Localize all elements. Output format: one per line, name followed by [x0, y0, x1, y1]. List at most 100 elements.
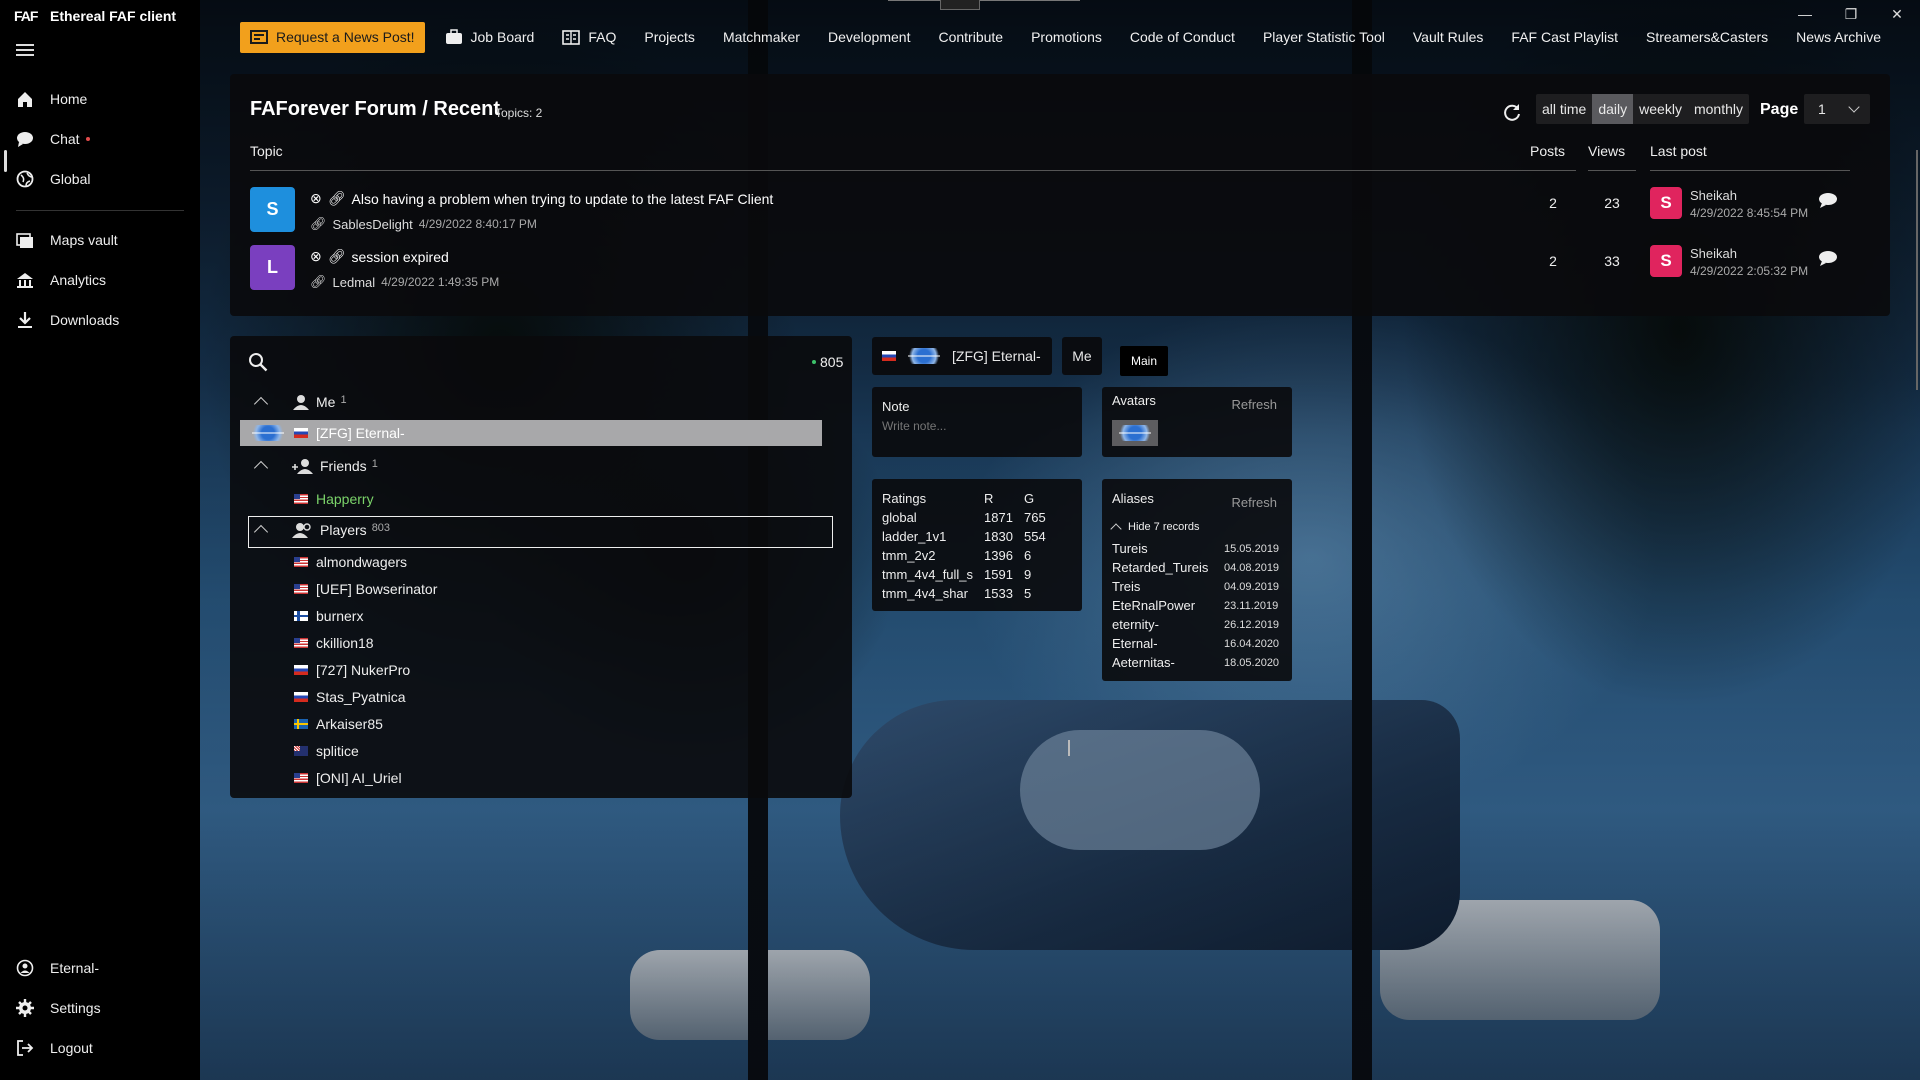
page-scrollbar[interactable]	[1916, 150, 1918, 390]
alias-date: 15.05.2019	[1224, 543, 1280, 555]
nav-label: FAF Cast Playlist	[1511, 29, 1619, 45]
nav-vault-rules[interactable]: Vault Rules	[1413, 29, 1484, 45]
player-row[interactable]: [727] NukerPro	[294, 662, 410, 678]
topic-title[interactable]: session expired	[352, 249, 449, 265]
sidebar-item-global[interactable]: Global	[16, 170, 90, 188]
group-me[interactable]: Me 1	[250, 394, 347, 412]
forum-icon: ⊗	[310, 190, 322, 206]
sidebar-label: Eternal-	[50, 960, 100, 976]
nav-matchmaker[interactable]: Matchmaker	[723, 29, 800, 45]
user-icon	[16, 959, 34, 977]
me-player-row[interactable]: [ZFG] Eternal-	[240, 420, 822, 446]
filter-daily[interactable]: daily	[1592, 94, 1634, 124]
player-row[interactable]: almondwagers	[294, 554, 407, 570]
nav-development[interactable]: Development	[828, 29, 911, 45]
player-name: burnerx	[316, 608, 364, 624]
player-row[interactable]: burnerx	[294, 608, 363, 624]
nav-news-archive[interactable]: News Archive	[1796, 29, 1881, 45]
list-scrollbar[interactable]	[1068, 740, 1070, 756]
player-name: [ONI] AI_Uriel	[316, 770, 402, 786]
nav-projects[interactable]: Projects	[644, 29, 695, 45]
nav-label: Player Statistic Tool	[1262, 29, 1385, 45]
topic-row[interactable]: ⊗ 🔗︎ session expired	[310, 248, 449, 265]
profile-me-tab[interactable]: Me	[1062, 337, 1102, 375]
sidebar-item-profile[interactable]: Eternal-	[16, 959, 99, 977]
last-post-author[interactable]: Sheikah	[1690, 246, 1737, 261]
nav-contribute[interactable]: Contribute	[938, 29, 1003, 45]
sidebar-item-settings[interactable]: Settings	[16, 999, 101, 1017]
menu-icon[interactable]	[16, 44, 34, 56]
nav-label: Code of Conduct	[1129, 29, 1235, 45]
sidebar-item-analytics[interactable]: Analytics	[16, 271, 106, 289]
page-select[interactable]: 1	[1804, 94, 1870, 124]
comment-icon[interactable]	[1818, 192, 1838, 208]
rating-r: 1871	[984, 510, 1013, 525]
player-row[interactable]: Arkaiser85	[294, 716, 383, 732]
topic-views: 33	[1604, 253, 1620, 269]
flag-icon	[294, 428, 308, 438]
nav-promotions[interactable]: Promotions	[1031, 29, 1102, 45]
topic-date: 4/29/2022 8:40:17 PM	[418, 217, 537, 231]
nav-job-board[interactable]: Job Board	[445, 29, 534, 45]
sidebar-item-logout[interactable]: Logout	[16, 1039, 93, 1057]
filter-monthly[interactable]: monthly	[1688, 94, 1749, 124]
topic-posts: 2	[1549, 195, 1557, 211]
request-news-button[interactable]: Request a News Post!	[240, 21, 425, 53]
player-row[interactable]: [ONI] AI_Uriel	[294, 770, 402, 786]
friend-row[interactable]: Happerry	[294, 491, 374, 507]
avatars-card: Avatars Refresh	[1102, 387, 1292, 457]
rating-name: tmm_4v4_shar	[882, 586, 968, 601]
ratings-col-g: G	[1024, 491, 1035, 506]
nav-label: Streamers&Casters	[1646, 29, 1769, 45]
comment-icon[interactable]	[1818, 250, 1838, 266]
forum-panel: FAForever Forum / Recent Topics: 2 all t…	[230, 74, 1890, 316]
topic-row[interactable]: ⊗ 🔗︎ Also having a problem when trying to…	[310, 190, 773, 207]
download-icon	[16, 311, 34, 329]
avatars-refresh[interactable]: Refresh	[1231, 397, 1277, 412]
last-post-author[interactable]: Sheikah	[1690, 188, 1737, 203]
link-icon: 🔗︎	[327, 190, 346, 206]
sidebar-label: Analytics	[50, 272, 107, 288]
sidebar-label: Chat	[50, 131, 80, 147]
note-input[interactable]	[882, 419, 1062, 433]
profile-main-tab[interactable]: Main	[1120, 346, 1168, 376]
group-friends[interactable]: Friends 1	[250, 458, 378, 476]
player-name: almondwagers	[316, 554, 408, 570]
aliases-card: Aliases Refresh Hide 7 records Tureis 15…	[1102, 479, 1292, 681]
avatar-image	[1115, 425, 1155, 441]
topic-avatar: L	[250, 245, 295, 290]
player-name: [UEF] Bowserinator	[316, 581, 438, 597]
nav-code-of-conduct[interactable]: Code of Conduct	[1130, 29, 1235, 45]
nav-faf-cast-playlist[interactable]: FAF Cast Playlist	[1511, 29, 1618, 45]
player-row[interactable]: ckillion18	[294, 635, 374, 651]
flag-icon	[294, 584, 308, 594]
nav-streamers-casters[interactable]: Streamers&Casters	[1646, 29, 1768, 45]
topic-title[interactable]: Also having a problem when trying to upd…	[352, 191, 774, 207]
rating-r: 1533	[984, 586, 1013, 601]
close-button[interactable]: ✕	[1882, 6, 1912, 26]
filter-all-time[interactable]: all time	[1536, 94, 1592, 124]
sidebar-item-maps-vault[interactable]: Maps vault	[16, 231, 118, 249]
filter-weekly[interactable]: weekly	[1633, 94, 1688, 124]
sidebar-item-home[interactable]: Home	[16, 90, 87, 108]
topic-author[interactable]: Ledmal	[333, 275, 376, 290]
aliases-refresh[interactable]: Refresh	[1231, 495, 1277, 510]
sidebar-item-downloads[interactable]: Downloads	[16, 311, 119, 329]
search-icon[interactable]	[248, 352, 268, 372]
avatar-option[interactable]	[1112, 420, 1158, 446]
topic-author[interactable]: SablesDelight	[333, 217, 413, 232]
sidebar-item-chat[interactable]: Chat	[16, 130, 90, 148]
player-row[interactable]: Stas_Pyatnica	[294, 689, 406, 705]
drag-handle[interactable]	[940, 0, 980, 10]
player-row[interactable]: splitice	[294, 743, 359, 759]
group-players[interactable]: Players 803	[250, 522, 390, 540]
topic-posts: 2	[1549, 253, 1557, 269]
sidebar-label: Logout	[50, 1040, 93, 1056]
nav-player-statistic-tool[interactable]: Player Statistic Tool	[1263, 29, 1385, 45]
player-row[interactable]: [UEF] Bowserinator	[294, 581, 437, 597]
nav-faq[interactable]: FAQ	[562, 29, 616, 45]
profile-name-tab[interactable]: [ZFG] Eternal-	[872, 337, 1052, 375]
hide-records-toggle[interactable]: Hide 7 records	[1110, 521, 1200, 535]
news-icon	[250, 30, 268, 44]
refresh-icon[interactable]	[1502, 102, 1522, 122]
